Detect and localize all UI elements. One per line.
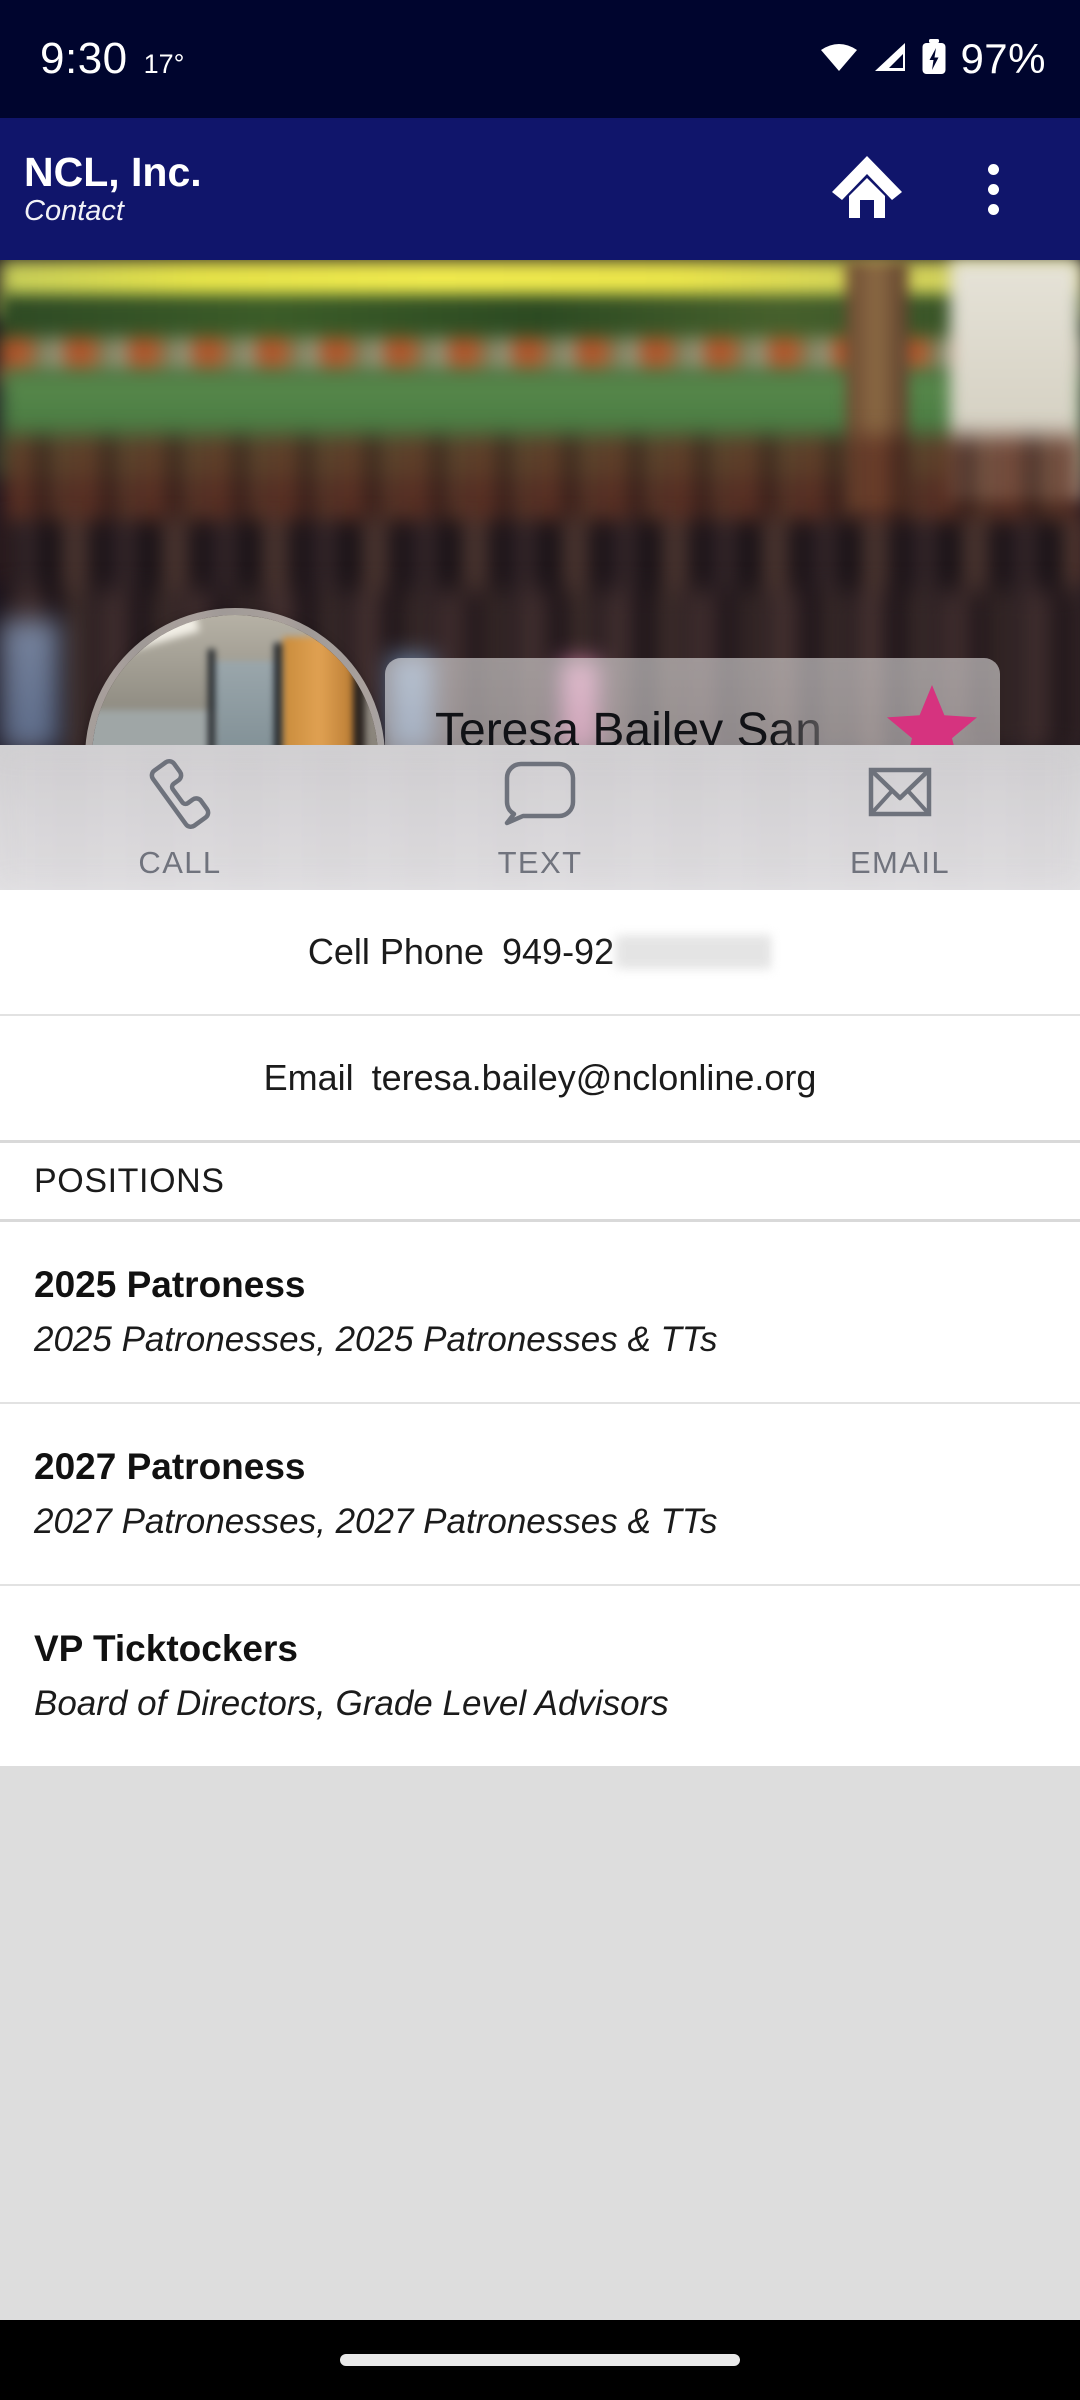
avatar-photo: [92, 615, 378, 745]
status-bar-temperature: 17°: [143, 49, 185, 79]
position-subtitle: 2025 Patronesses, 2025 Patronesses & TTs: [34, 1320, 718, 1359]
position-subtitle: 2027 Patronesses, 2027 Patronesses & TTs: [34, 1502, 718, 1541]
cellular-signal-icon: [872, 41, 908, 78]
profile-banner: Teresa Bailey San: [0, 260, 1080, 745]
position-title: VP Ticktockers: [34, 1628, 298, 1669]
app-subtitle: Contact: [24, 194, 124, 227]
contact-details: Cell Phone 949-92 Email teresa.bailey@nc…: [0, 890, 1080, 1766]
phone-icon: [137, 754, 223, 839]
cell-phone-value: 949-92: [502, 931, 773, 973]
text-button[interactable]: TEXT: [360, 745, 720, 890]
contact-actions-bar: CALL TEXT EMAIL: [0, 745, 1080, 890]
position-subtitle: Board of Directors, Grade Level Advisors: [34, 1684, 669, 1723]
cell-phone-row[interactable]: Cell Phone 949-92: [0, 890, 1080, 1014]
app-header-bar: NCL, Inc. Contact: [0, 118, 1080, 260]
call-label: CALL: [138, 845, 222, 880]
call-button[interactable]: CALL: [0, 745, 360, 890]
home-button[interactable]: [824, 146, 910, 232]
positions-section-header: POSITIONS: [0, 1143, 1080, 1219]
position-title: 2025 Patroness: [34, 1264, 306, 1305]
redacted-phone-digits: [616, 935, 773, 969]
cell-phone-label: Cell Phone: [307, 931, 484, 972]
home-icon: [830, 152, 904, 227]
position-row[interactable]: VP Ticktockers Board of Directors, Grade…: [0, 1586, 1080, 1766]
app-header-titles: NCL, Inc. Contact: [20, 148, 202, 228]
app-title: NCL, Inc.: [24, 148, 202, 195]
overflow-menu-button[interactable]: [950, 146, 1036, 232]
gesture-navigation-handle[interactable]: [340, 2354, 740, 2366]
favorite-star-button[interactable]: [880, 679, 984, 745]
contact-name: Teresa Bailey San: [435, 706, 822, 746]
wifi-icon: [819, 41, 859, 78]
email-value: teresa.bailey@nclonline.org: [371, 1057, 817, 1098]
status-bar: 9:30 17° 97%: [0, 0, 1080, 118]
avatar[interactable]: [85, 608, 385, 745]
overflow-menu-icon: [987, 163, 999, 215]
page-background-filler: [0, 1766, 1080, 2311]
position-title: 2027 Patroness: [34, 1446, 306, 1487]
text-label: TEXT: [497, 845, 583, 880]
message-bubble-icon: [497, 754, 583, 839]
status-bar-left: 9:30 17°: [40, 34, 184, 84]
position-row[interactable]: 2027 Patroness 2027 Patronesses, 2027 Pa…: [0, 1404, 1080, 1584]
cell-phone-number: 949-92: [502, 931, 615, 972]
contact-name-row: Teresa Bailey San: [385, 658, 1000, 745]
envelope-icon: [857, 754, 943, 839]
battery-charging-icon: [921, 38, 947, 80]
email-label: EMAIL: [849, 845, 951, 880]
positions-title: POSITIONS: [34, 1161, 225, 1200]
email-button[interactable]: EMAIL: [720, 745, 1080, 890]
position-row[interactable]: 2025 Patroness 2025 Patronesses, 2025 Pa…: [0, 1222, 1080, 1402]
battery-percent-label: 97%: [960, 35, 1046, 82]
gesture-navigation-bar: [0, 2320, 1080, 2400]
app-header-actions: [824, 146, 1050, 232]
contact-name-card: Teresa Bailey San: [385, 658, 1000, 745]
star-icon: [884, 682, 980, 745]
status-bar-clock: 9:30: [40, 34, 128, 83]
email-row[interactable]: Email teresa.bailey@nclonline.org: [0, 1016, 1080, 1140]
status-bar-right: 97%: [819, 35, 1046, 83]
email-label-field: Email: [263, 1057, 354, 1098]
